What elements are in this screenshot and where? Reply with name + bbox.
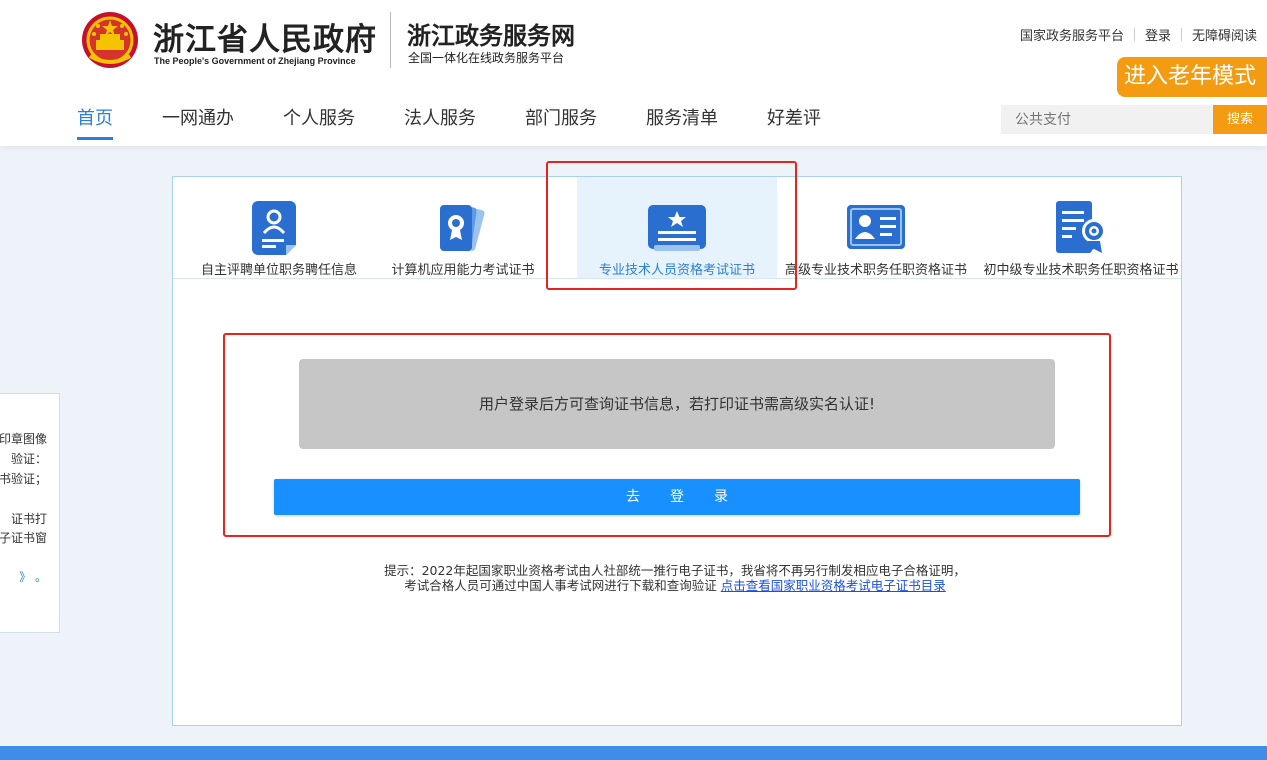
service-title[interactable]: 浙江政务服务网 (407, 16, 575, 51)
login-link[interactable]: 登录 (1145, 25, 1171, 44)
national-emblem-icon (82, 12, 138, 68)
tab-label: 高级专业技术职务任职资格证书 (784, 263, 967, 278)
side-text: 子证书窗 (0, 531, 47, 545)
tab-label: 计算机应用能力考试证书 (391, 263, 535, 278)
tab-label: 初中级专业技术职务任职资格证书 (983, 263, 1179, 278)
site-header: 浙江省人民政府 The People's Government of Zheji… (0, 0, 1267, 146)
tab-label: 自主评聘单位职务聘任信息 (200, 263, 357, 278)
tip-text: 提示：2022年起国家职业资格考试由人社部统一推行电子证书，我省将不再另行制发相… (300, 563, 1050, 593)
certificate-card: 自主评聘单位职务聘任信息 计算机应用能力考试证书 专业技术人员资格考试证书 高级… (172, 176, 1182, 726)
cert-catalog-link[interactable]: 点击查看国家职业资格考试电子证书目录 (721, 578, 946, 593)
link-separator (1180, 28, 1182, 41)
top-links: 国家政务服务平台 登录 无障碍阅读 (1020, 25, 1257, 44)
side-text: 书验证； (0, 472, 47, 486)
footer-bar (0, 746, 1267, 760)
go-login-button[interactable]: 去登录 (274, 479, 1080, 515)
service-subtitle: 全国一体化在线政务服务平台 (408, 51, 565, 65)
side-link[interactable]: 》 。 (19, 568, 47, 585)
national-platform-link[interactable]: 国家政务服务平台 (1020, 25, 1124, 44)
document-badge-icon (1056, 201, 1106, 253)
nav-home[interactable]: 首页 (77, 104, 113, 140)
tab-label: 专业技术人员资格考试证书 (598, 263, 755, 278)
tab-professional-cert[interactable]: 专业技术人员资格考试证书 (577, 177, 777, 278)
side-text: 印章图像 (0, 432, 47, 446)
login-notice: 用户登录后方可查询证书信息，若打印证书需高级实名认证! (299, 359, 1055, 449)
side-text: 验证： (10, 452, 47, 466)
nav-departments[interactable]: 部门服务 (525, 104, 597, 140)
nav-evaluation[interactable]: 好差评 (767, 104, 821, 140)
tip-line-1: 提示：2022年起国家职业资格考试由人社部统一推行电子证书，我省将不再另行制发相… (384, 563, 966, 578)
id-card-icon (847, 205, 905, 249)
star-card-icon (648, 205, 706, 251)
tab-junior-title-cert[interactable]: 初中级专业技术职务任职资格证书 (981, 177, 1181, 278)
tab-computer-cert[interactable]: 计算机应用能力考试证书 (373, 177, 553, 278)
side-text: 证书打 (10, 512, 47, 526)
search-button[interactable]: 搜索 (1213, 105, 1267, 134)
search-input[interactable] (1001, 105, 1213, 134)
certificate-cards-icon (440, 205, 485, 252)
link-separator (1133, 28, 1135, 41)
nav-service-list[interactable]: 服务清单 (646, 104, 718, 140)
gov-subtitle: The People's Government of Zhejiang Prov… (154, 56, 356, 66)
certificate-tabs: 自主评聘单位职务聘任信息 计算机应用能力考试证书 专业技术人员资格考试证书 高级… (173, 177, 1181, 279)
elder-mode-button[interactable]: 进入老年模式 (1117, 57, 1267, 97)
header-divider (390, 12, 391, 68)
main-nav: 首页 一网通办 个人服务 法人服务 部门服务 服务清单 好差评 (77, 104, 870, 140)
tip-line-2-text: 考试合格人员可通过中国人事考试网进行下载和查询验证 (404, 578, 717, 593)
side-info-panel: 印章图像 验证： 书验证； 证书打 子证书窗 》 。 (0, 393, 60, 633)
gov-title[interactable]: 浙江省人民政府 (153, 14, 377, 59)
tab-employment-info[interactable]: 自主评聘单位职务聘任信息 (189, 177, 369, 278)
person-document-icon (252, 201, 296, 255)
tab-senior-title-cert[interactable]: 高级专业技术职务任职资格证书 (781, 177, 971, 278)
tip-line-2: 考试合格人员可通过中国人事考试网进行下载和查询验证 点击查看国家职业资格考试电子… (300, 578, 1050, 593)
accessibility-link[interactable]: 无障碍阅读 (1192, 25, 1257, 44)
nav-personal[interactable]: 个人服务 (283, 104, 355, 140)
nav-corporate[interactable]: 法人服务 (404, 104, 476, 140)
nav-one-stop[interactable]: 一网通办 (162, 104, 234, 140)
